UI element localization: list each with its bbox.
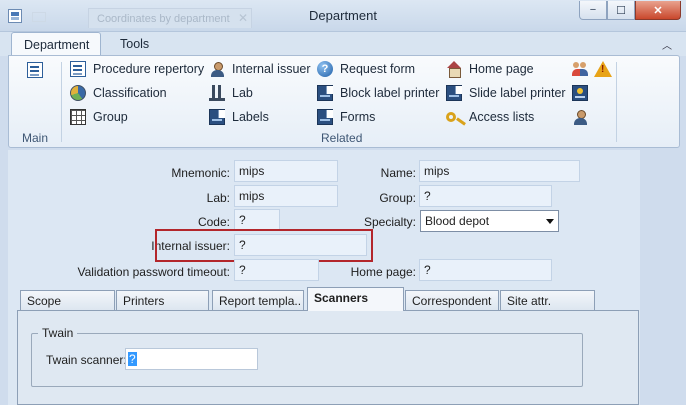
list-icon: [70, 61, 86, 77]
classification-label: Classification: [93, 86, 167, 100]
specialty-select[interactable]: Blood depot: [420, 210, 559, 232]
block-label-printer-button[interactable]: Block label printer: [317, 83, 439, 103]
ribbon-collapse-icon[interactable]: ︿: [662, 37, 672, 52]
home-page-button[interactable]: Home page: [446, 59, 534, 79]
group-label-main: Main: [22, 131, 49, 145]
validation-password-timeout-input[interactable]: ?: [234, 259, 319, 281]
person-icon: [209, 61, 225, 77]
lab-ribbon-label: Lab: [232, 86, 253, 100]
internal-issuer-button[interactable]: Internal issuer: [209, 59, 311, 79]
group-separator: [61, 62, 62, 142]
labels-label: Labels: [232, 110, 269, 124]
ribbon-tab-tools[interactable]: Tools: [108, 32, 161, 56]
code-input[interactable]: ?: [234, 209, 280, 231]
chart-icon: [70, 85, 86, 101]
warning-icon: [594, 61, 612, 77]
help-icon: ?: [317, 61, 333, 77]
building-icon: [209, 85, 225, 101]
labels-button[interactable]: Labels: [209, 107, 269, 127]
home-icon: [446, 61, 462, 78]
request-form-button[interactable]: ? Request form: [317, 59, 415, 79]
tab-scope[interactable]: Scope: [20, 290, 115, 310]
ribbon-panel: Main Procedure repertory Classification …: [8, 55, 680, 148]
minimize-button[interactable]: −: [579, 1, 607, 20]
title-bar: Coordinates by department ✕ Department −…: [0, 0, 686, 32]
lab-input[interactable]: mips: [234, 185, 338, 207]
lab-label: Lab:: [206, 191, 230, 205]
main-document-button[interactable]: [27, 60, 50, 80]
slide-label-printer-label: Slide label printer: [469, 86, 566, 100]
department-window: Coordinates by department ✕ Department −…: [0, 0, 686, 405]
classification-button[interactable]: Classification: [70, 83, 167, 103]
chevron-down-icon: [546, 219, 554, 224]
internal-issuer-ribbon-label: Internal issuer: [232, 62, 311, 76]
maximize-button[interactable]: ☐: [607, 1, 635, 20]
tab-report-templates[interactable]: Report templa..: [212, 290, 304, 310]
twain-scanner-label: Twain scanner:: [46, 353, 127, 367]
group-label-related: Related: [321, 131, 363, 145]
group-field-label: Group:: [379, 191, 416, 205]
highlight-frame: [155, 229, 373, 262]
request-form-label: Request form: [340, 62, 416, 76]
code-label: Code:: [197, 215, 230, 229]
grid-icon: [70, 109, 86, 125]
mnemonic-label: Mnemonic:: [171, 166, 230, 180]
label-icon: [209, 109, 225, 125]
printer-label-icon: [317, 85, 333, 101]
slide-label-printer-button[interactable]: Slide label printer: [446, 83, 566, 103]
ribbon-tab-department[interactable]: Department: [11, 32, 101, 56]
twain-scanner-value: ?: [128, 352, 137, 366]
document-list-icon: [27, 62, 43, 78]
block-label-printer-label: Block label printer: [340, 86, 440, 100]
close-button[interactable]: ✕: [635, 1, 681, 20]
specialty-label: Specialty:: [363, 215, 416, 229]
badge-button[interactable]: [572, 83, 595, 103]
user-search-icon: [572, 109, 588, 125]
group-separator: [616, 62, 617, 142]
user-search-button[interactable]: [572, 107, 595, 127]
access-lists-button[interactable]: Access lists: [446, 107, 534, 127]
tab-scanners[interactable]: Scanners: [307, 287, 404, 311]
key-icon: [446, 112, 456, 122]
name-input[interactable]: mips: [419, 160, 580, 182]
group-input[interactable]: ?: [419, 185, 552, 207]
ribbon-tab-row: Department Tools ︿: [0, 32, 686, 56]
specialty-value: Blood depot: [425, 214, 490, 228]
slide-printer-icon: [446, 85, 462, 101]
forms-button[interactable]: Forms: [317, 107, 375, 127]
home-page-label: Home page:: [350, 265, 416, 279]
tab-site-attributes[interactable]: Site attr.: [500, 290, 595, 310]
users-button[interactable]: [572, 59, 595, 79]
group-button[interactable]: Group: [70, 107, 128, 127]
group-label: Group: [93, 110, 128, 124]
lab-button[interactable]: Lab: [209, 83, 253, 103]
procedure-repertory-label: Procedure repertory: [93, 62, 205, 76]
twain-group-title: Twain: [38, 326, 78, 340]
procedure-repertory-button[interactable]: Procedure repertory: [70, 59, 204, 79]
tab-correspondent[interactable]: Correspondent: [405, 290, 499, 310]
twain-scanner-input[interactable]: ?: [125, 348, 258, 370]
home-page-input[interactable]: ?: [419, 259, 552, 281]
name-label: Name:: [380, 166, 416, 180]
tab-printers[interactable]: Printers: [116, 290, 209, 310]
home-page-ribbon-label: Home page: [469, 62, 534, 76]
users-icon: [572, 61, 588, 77]
mnemonic-input[interactable]: mips: [234, 160, 338, 182]
forms-label: Forms: [340, 110, 376, 124]
badge-icon: [572, 85, 588, 101]
access-lists-label: Access lists: [469, 110, 535, 124]
validation-password-timeout-label: Validation password timeout:: [77, 265, 230, 279]
form-icon: [317, 109, 333, 125]
